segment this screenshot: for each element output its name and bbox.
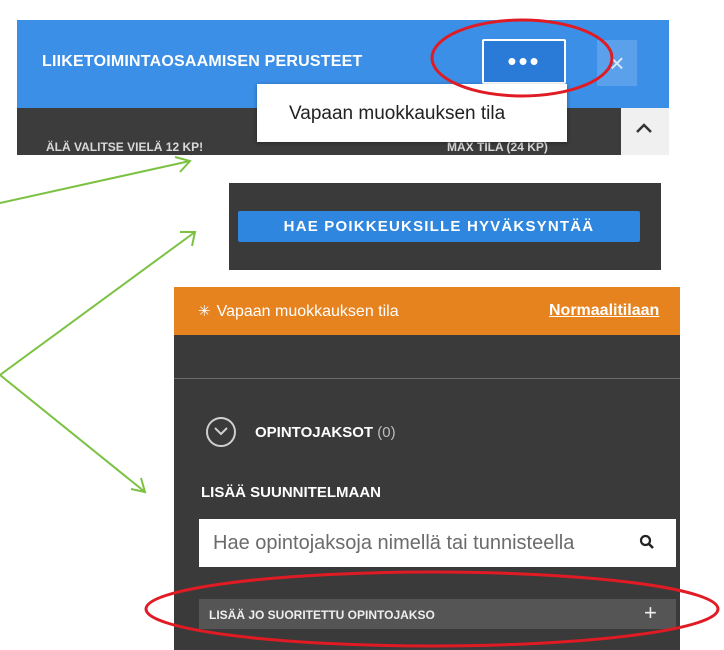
arrow-line-top (0, 160, 191, 204)
arrow-line-middle (0, 231, 196, 376)
truncated-warning-text: ÄLÄ VALITSE VIELÄ 12 KP! (46, 140, 204, 154)
courses-count: (0) (377, 424, 396, 441)
add-to-plan-label: LISÄÄ SUUNNITELMAAN (201, 484, 381, 501)
truncated-max-text: MAX TILA (24 KP) (447, 140, 548, 154)
scrollbar[interactable] (621, 108, 669, 155)
free-edit-mode-label: ✳ Vapaan muokkauksen tila (198, 302, 399, 321)
free-edit-mode-text: Vapaan muokkauksen tila (216, 303, 399, 320)
annotation-arrows (0, 156, 197, 494)
divider (174, 378, 680, 379)
courses-heading: OPINTOJAKSOT (0) (255, 424, 396, 441)
free-edit-panel: ✳ Vapaan muokkauksen tila Normaalitilaan … (174, 287, 680, 650)
arrow-head-middle (180, 231, 197, 247)
normal-mode-link[interactable]: Normaalitilaan (549, 302, 659, 320)
arrow-head-bottom (130, 477, 147, 494)
close-button[interactable]: × (597, 40, 637, 86)
arrow-line-bottom (0, 374, 146, 493)
study-module-panel: LIIKETOIMINTAOSAAMISEN PERUSTEET ••• × Ä… (17, 20, 669, 155)
courses-label: OPINTOJAKSOT (255, 424, 374, 441)
course-search-box (199, 519, 676, 567)
module-title: LIIKETOIMINTAOSAAMISEN PERUSTEET (42, 53, 363, 70)
arrow-head-top (174, 156, 192, 173)
menu-item-free-edit-mode[interactable]: Vapaan muokkauksen tila (289, 103, 505, 125)
add-completed-course-row[interactable]: LISÄÄ JO SUORITETTU OPINTOJAKSO + (199, 599, 676, 629)
search-icon[interactable] (639, 534, 655, 555)
course-search-input[interactable] (199, 519, 633, 567)
exception-approval-panel: HAE POIKKEUKSILLE HYVÄKSYNTÄÄ (229, 183, 661, 270)
sparkle-icon: ✳ (198, 303, 211, 320)
request-exception-approval-button[interactable]: HAE POIKKEUKSILLE HYVÄKSYNTÄÄ (238, 211, 640, 242)
plus-icon[interactable]: + (644, 600, 657, 626)
chevron-up-icon[interactable] (635, 118, 653, 139)
add-completed-course-label: LISÄÄ JO SUORITETTU OPINTOJAKSO (209, 608, 435, 622)
close-icon: × (609, 47, 625, 78)
options-dropdown-menu: Vapaan muokkauksen tila (257, 84, 567, 142)
free-edit-mode-bar: ✳ Vapaan muokkauksen tila Normaalitilaan (174, 287, 680, 335)
more-options-button[interactable]: ••• (482, 39, 566, 84)
chevron-down-circle-icon[interactable] (206, 417, 236, 447)
